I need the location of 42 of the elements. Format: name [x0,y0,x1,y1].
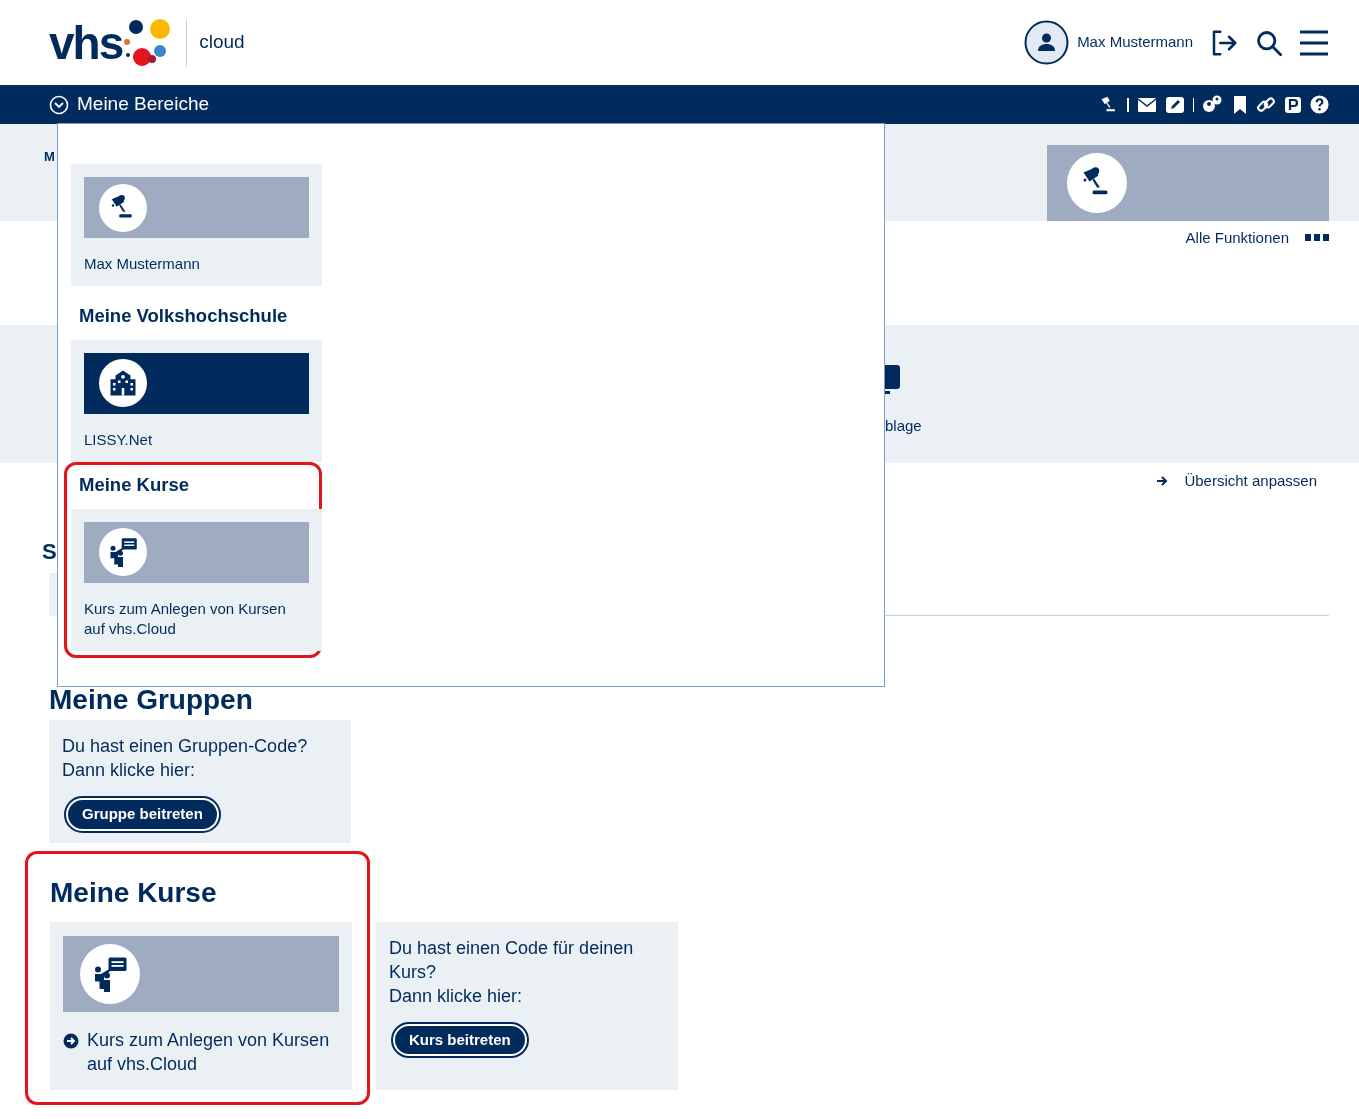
tile-label: Max Mustermann [84,254,201,274]
join-course-button[interactable]: Kurs beitreten [393,1023,527,1056]
tile-label: LISSY.Net [84,429,154,450]
edit-icon[interactable] [1164,95,1185,114]
logo-text[interactable]: vhs [49,19,123,66]
hero-tile[interactable] [1047,145,1329,221]
section-heading: S [41,538,57,566]
bookmark-icon[interactable] [1232,95,1248,114]
menu-heading: Meine Volkshochschule [78,304,289,328]
chevron-icon[interactable] [49,94,69,115]
help-icon[interactable] [1310,95,1329,114]
course-tile[interactable]: Kurs zum Anlegen von Kursen auf vhs.Cloud [50,921,352,1090]
course-link[interactable]: Kurs zum Anlegen von Kursen auf vhs.Cloud [87,1027,339,1076]
teacher-icon [92,955,128,992]
menu-icon[interactable] [1299,28,1329,57]
areas-toggle[interactable]: Meine Bereiche [77,90,210,119]
all-functions-link[interactable]: Alle Funktionen [1185,227,1289,250]
join-group-button[interactable]: Gruppe beitreten [66,798,219,831]
arrow-circle-icon[interactable] [63,1032,79,1049]
dots-icon[interactable] [1305,234,1329,243]
menu-tile[interactable]: Kurs zum Anlegen von Kursen auf vhs.Cloud [71,508,322,651]
search-icon[interactable] [1255,28,1283,57]
group-prompt: Du hast einen Gruppen-Code? Dann klicke hier: [62,735,309,782]
avatar-icon[interactable] [1024,20,1070,65]
arrow-icon [1156,474,1169,487]
section-heading: Meine Kurse [50,875,218,910]
product-name: cloud [186,18,245,67]
parking-icon[interactable] [1284,95,1302,114]
menu-tile[interactable]: LISSY.Net [71,339,322,462]
course-prompt: Du hast einen Code für deinen Kurs? Dann klicke hier: [389,936,635,1008]
user-name[interactable]: Max Mustermann [1077,31,1193,54]
teacher-icon [108,537,138,567]
section-heading: Meine Gruppen [48,684,254,716]
menu-tile[interactable]: Max Mustermann [71,164,322,286]
school-icon [108,368,138,399]
overview-link[interactable]: Übersicht anpassen [1156,469,1317,492]
mail-icon[interactable] [1136,95,1157,114]
users-icon[interactable] [1202,94,1224,115]
menu-heading: Meine Kurse [78,472,190,497]
breadcrumb-text[interactable]: M [44,147,55,163]
link-icon[interactable] [1256,94,1276,115]
tile-label: Kurs zum Anlegen von Kursen auf vhs.Cloud [84,598,287,639]
